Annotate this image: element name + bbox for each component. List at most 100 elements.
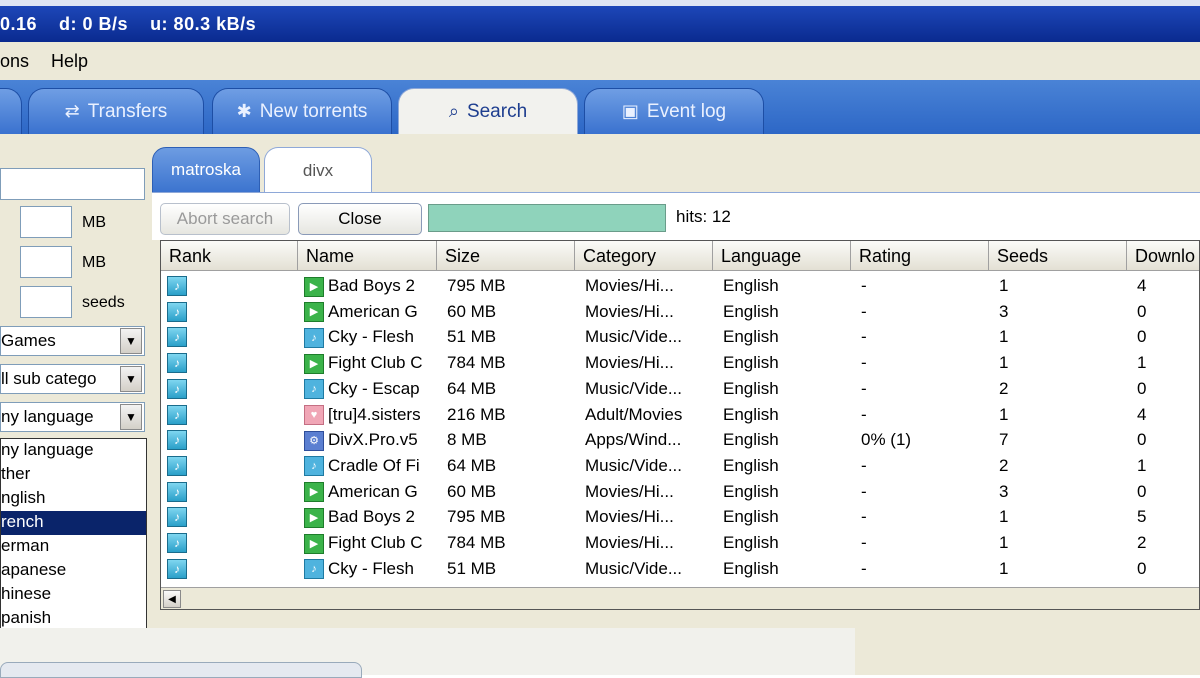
cell-category: Movies/Hi... bbox=[585, 481, 674, 501]
language-option[interactable]: rench bbox=[1, 511, 146, 535]
cell-category: Music/Vide... bbox=[585, 378, 683, 398]
cell-size: 60 MB bbox=[447, 301, 497, 321]
cell-size: 8 MB bbox=[447, 430, 487, 450]
cell-rating: - bbox=[861, 404, 867, 424]
table-row[interactable]: ♪ ▶ Bad Boys 2 795 MB Movies/Hi... English - 1 4 bbox=[161, 273, 1199, 299]
cell-seeds: 7 bbox=[999, 430, 1009, 450]
cell-seeds: 3 bbox=[999, 481, 1009, 501]
cell-downloads: 0 bbox=[1137, 558, 1147, 578]
language-option[interactable]: ther bbox=[1, 463, 146, 487]
column-header-size[interactable]: Size bbox=[437, 241, 575, 271]
cell-size: 216 MB bbox=[447, 404, 506, 424]
column-header-rating[interactable]: Rating bbox=[851, 241, 989, 271]
cell-size: 795 MB bbox=[447, 507, 506, 527]
language-option[interactable]: apanese bbox=[1, 559, 146, 583]
min-seeds-input[interactable] bbox=[20, 286, 72, 318]
rank-icon: ♪ bbox=[167, 507, 187, 528]
abort-search-button[interactable]: Abort search bbox=[160, 203, 290, 235]
table-row[interactable]: ♪ ▶ American G 60 MB Movies/Hi... English - 3 0 bbox=[161, 299, 1199, 325]
rank-icon: ♪ bbox=[167, 404, 187, 425]
cell-name: ♪ Cky - Escap bbox=[304, 376, 435, 402]
search-icon: ⌕ bbox=[448, 101, 459, 121]
language-option[interactable]: ny language bbox=[1, 439, 146, 463]
tab-event-log[interactable]: ▣ Event log bbox=[584, 88, 764, 134]
video-file-icon: ▶ bbox=[304, 353, 324, 374]
chevron-down-icon[interactable]: ▼ bbox=[120, 328, 142, 354]
tab-hidden[interactable] bbox=[0, 88, 22, 134]
column-header-downlo[interactable]: Downlo bbox=[1127, 241, 1199, 271]
search-progress-bar bbox=[428, 204, 666, 232]
torrent-name: Cky - Escap bbox=[328, 378, 420, 398]
cell-name: ♪ Cky - Flesh bbox=[304, 324, 435, 350]
menu-options[interactable]: ons bbox=[0, 51, 29, 72]
chevron-down-icon[interactable]: ▼ bbox=[120, 366, 142, 392]
bottom-tab[interactable] bbox=[0, 662, 362, 678]
subcategory-select[interactable]: ll sub catego ▼ bbox=[0, 364, 145, 394]
search-text-input[interactable] bbox=[0, 168, 145, 200]
music-file-icon: ♪ bbox=[304, 379, 324, 400]
column-header-seeds[interactable]: Seeds bbox=[989, 241, 1127, 271]
video-file-icon: ▶ bbox=[304, 302, 324, 323]
cell-downloads: 1 bbox=[1137, 353, 1147, 373]
cell-category: Apps/Wind... bbox=[585, 430, 682, 450]
min-size-input[interactable] bbox=[20, 206, 72, 238]
cell-size: 51 MB bbox=[447, 327, 497, 347]
scroll-left-icon[interactable]: ◀ bbox=[163, 590, 181, 608]
cell-seeds: 1 bbox=[999, 276, 1009, 295]
rank-icon: ♪ bbox=[167, 455, 187, 476]
table-row[interactable]: ♪ ♪ Cky - Escap 64 MB Music/Vide... English -2… bbox=[161, 376, 1199, 402]
chevron-down-icon[interactable]: ▼ bbox=[120, 404, 142, 430]
menu-help[interactable]: Help bbox=[51, 51, 88, 72]
cell-name: ▶ Bad Boys 2 bbox=[304, 504, 435, 530]
torrent-name: Fight Club C bbox=[328, 353, 423, 373]
tab-label: New torrents bbox=[259, 100, 368, 122]
language-option[interactable]: erman bbox=[1, 535, 146, 559]
table-row[interactable]: ♪ ▶ Fight Club C 784 MB Movies/Hi... English -… bbox=[161, 530, 1199, 556]
language-select[interactable]: ny language ▼ bbox=[0, 402, 145, 432]
table-row[interactable]: ♪ ♪ Cradle Of Fi 64 MB Music/Vide... English -… bbox=[161, 453, 1199, 479]
cell-seeds: 2 bbox=[999, 378, 1009, 398]
cell-name: ▶ Fight Club C bbox=[304, 530, 435, 556]
cell-category: Music/Vide... bbox=[585, 455, 683, 475]
cell-name: ▶ Fight Club C bbox=[304, 350, 435, 376]
subtab-matroska[interactable]: matroska bbox=[152, 147, 260, 193]
tab-transfers[interactable]: ⇄ Transfers bbox=[28, 88, 204, 134]
table-row[interactable]: ♪ ♥ [tru]4.sisters 216 MB Adult/Movies Englis… bbox=[161, 402, 1199, 428]
table-row[interactable]: ♪ ⚙ DivX.Pro.v5 8 MB Apps/Wind... English 0% (… bbox=[161, 427, 1199, 453]
table-row[interactable]: ♪ ♪ Cky - Flesh 51 MB Music/Vide... English -1… bbox=[161, 324, 1199, 350]
hits-count: hits: 12 bbox=[676, 207, 731, 226]
language-option[interactable]: nglish bbox=[1, 487, 146, 511]
max-size-input[interactable] bbox=[20, 246, 72, 278]
cell-seeds: 1 bbox=[999, 327, 1009, 347]
tab-search[interactable]: ⌕ Search bbox=[398, 88, 578, 134]
tab-label: Event log bbox=[646, 100, 727, 122]
table-row[interactable]: ♪ ♪ Cky - Flesh 51 MB Music/Vide... English -1… bbox=[161, 556, 1199, 582]
table-row[interactable]: ♪ ▶ Bad Boys 2 795 MB Movies/Hi... English - 1 5 bbox=[161, 504, 1199, 530]
cell-category: Movies/Hi... bbox=[585, 353, 674, 373]
table-row[interactable]: ♪ ▶ American G 60 MB Movies/Hi... English - 3 0 bbox=[161, 479, 1199, 505]
rank-icon: ♪ bbox=[167, 353, 187, 374]
language-option[interactable]: hinese bbox=[1, 583, 146, 607]
close-button[interactable]: Close bbox=[298, 203, 422, 235]
cell-rating: 0% (1) bbox=[861, 430, 912, 450]
rank-icon: ♪ bbox=[167, 533, 187, 553]
column-header-name[interactable]: Name bbox=[298, 241, 437, 271]
cell-name: ♥ [tru]4.sisters bbox=[304, 402, 435, 428]
table-row[interactable]: ♪ ▶ Fight Club C 784 MB Movies/Hi... English -… bbox=[161, 350, 1199, 376]
cell-seeds: 1 bbox=[999, 404, 1009, 424]
category-select[interactable]: Games ▼ bbox=[0, 326, 145, 356]
tab-new-torrents[interactable]: ✱ New torrents bbox=[212, 88, 392, 134]
torrent-name: Cradle Of Fi bbox=[328, 455, 420, 475]
column-header-language[interactable]: Language bbox=[713, 241, 851, 271]
horizontal-scrollbar[interactable]: ◀ bbox=[161, 587, 1199, 609]
subtab-divx[interactable]: divx bbox=[264, 147, 372, 193]
column-header-category[interactable]: Category bbox=[575, 241, 713, 271]
column-header-rank[interactable]: Rank bbox=[161, 241, 298, 271]
cell-language: English bbox=[723, 301, 779, 321]
torrent-name: Fight Club C bbox=[328, 533, 423, 552]
cell-rating: - bbox=[861, 507, 867, 527]
language-value: ny language bbox=[1, 407, 94, 426]
cell-downloads: 5 bbox=[1137, 507, 1147, 527]
cell-seeds: 1 bbox=[999, 507, 1009, 527]
cell-language: English bbox=[723, 507, 779, 527]
